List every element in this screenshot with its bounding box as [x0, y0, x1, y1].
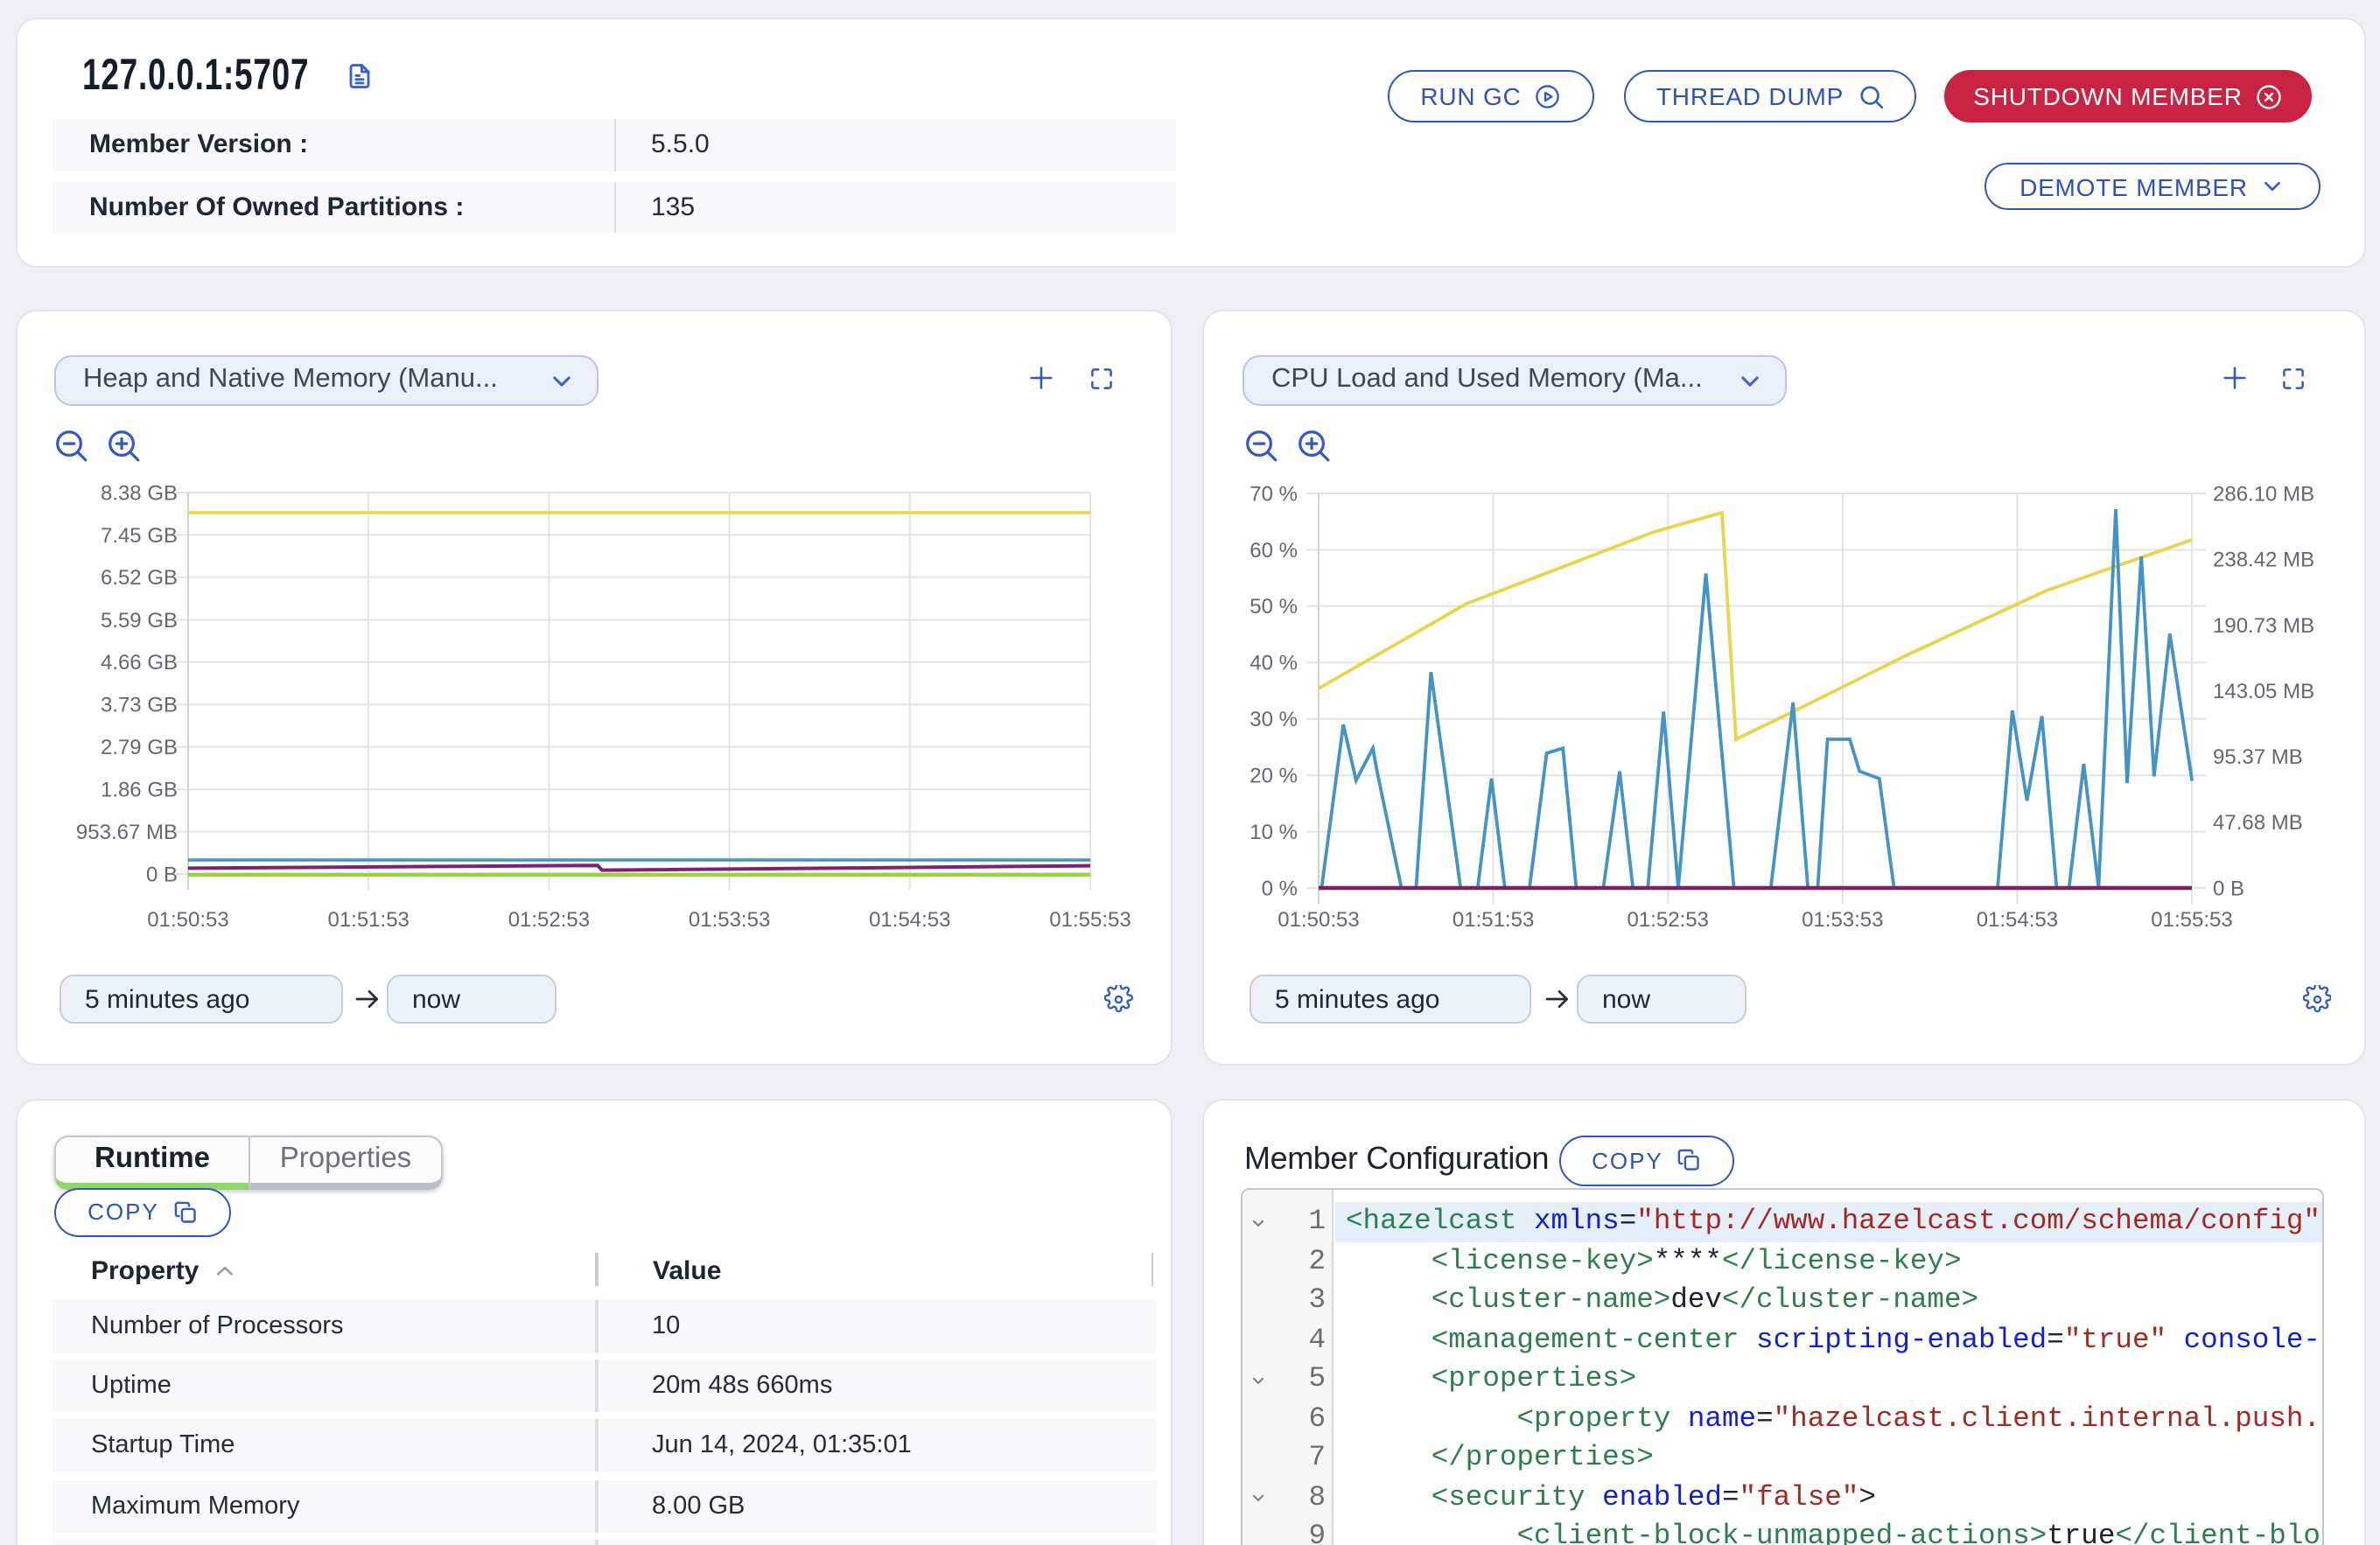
svg-text:953.67 MB: 953.67 MB [75, 821, 177, 844]
svg-text:20 %: 20 % [1250, 765, 1298, 788]
svg-text:01:53:53: 01:53:53 [1802, 908, 1883, 932]
svg-text:1.86 GB: 1.86 GB [100, 779, 177, 802]
svg-text:01:50:53: 01:50:53 [146, 908, 228, 932]
svg-text:01:55:53: 01:55:53 [2151, 908, 2232, 932]
svg-text:238.42 MB: 238.42 MB [2213, 549, 2314, 572]
svg-text:10 %: 10 % [1250, 821, 1298, 844]
svg-text:4.66 GB: 4.66 GB [100, 651, 177, 675]
svg-text:50 %: 50 % [1250, 595, 1298, 619]
svg-text:70 %: 70 % [1250, 482, 1298, 506]
svg-text:0 B: 0 B [145, 863, 177, 886]
svg-text:01:54:53: 01:54:53 [1977, 908, 2058, 932]
svg-text:01:51:53: 01:51:53 [326, 908, 408, 932]
svg-text:47.68 MB: 47.68 MB [2213, 811, 2303, 835]
svg-text:7.45 GB: 7.45 GB [100, 524, 177, 548]
svg-text:0 B: 0 B [2213, 877, 2244, 900]
svg-text:3.73 GB: 3.73 GB [100, 694, 177, 717]
svg-text:60 %: 60 % [1250, 539, 1298, 563]
svg-text:01:53:53: 01:53:53 [688, 908, 769, 932]
svg-text:95.37 MB: 95.37 MB [2213, 745, 2303, 769]
svg-text:6.52 GB: 6.52 GB [100, 566, 177, 590]
svg-text:190.73 MB: 190.73 MB [2213, 614, 2314, 638]
svg-text:01:54:53: 01:54:53 [868, 908, 949, 932]
svg-text:8.38 GB: 8.38 GB [100, 481, 177, 505]
svg-text:0 %: 0 % [1262, 877, 1298, 900]
svg-text:01:50:53: 01:50:53 [1278, 908, 1359, 932]
svg-text:01:52:53: 01:52:53 [508, 908, 589, 932]
svg-text:40 %: 40 % [1250, 652, 1298, 675]
svg-text:01:52:53: 01:52:53 [1627, 908, 1708, 932]
svg-text:143.05 MB: 143.05 MB [2213, 680, 2314, 703]
svg-text:5.59 GB: 5.59 GB [100, 609, 177, 633]
svg-text:30 %: 30 % [1250, 708, 1298, 731]
svg-text:286.10 MB: 286.10 MB [2213, 482, 2314, 506]
svg-text:01:55:53: 01:55:53 [1048, 908, 1130, 932]
svg-text:2.79 GB: 2.79 GB [100, 736, 177, 759]
svg-text:01:51:53: 01:51:53 [1452, 908, 1534, 932]
